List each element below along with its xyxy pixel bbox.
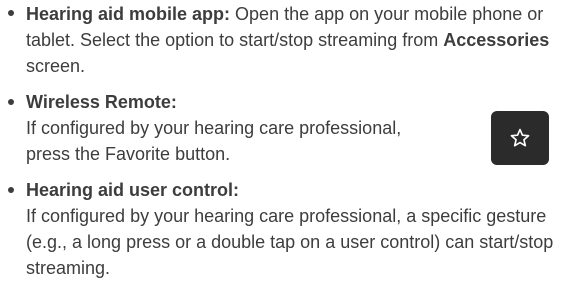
item-title: Hearing aid user control: — [26, 180, 240, 200]
bullet-icon — [8, 99, 14, 105]
item-text: press the Favorite button. — [26, 144, 231, 164]
favorite-button-illustration — [491, 111, 549, 165]
item-emphasis: Accessories — [443, 30, 550, 50]
list-item-wireless-remote: Wireless Remote: If configured by your h… — [0, 89, 573, 167]
list-item-mobile-app: Hearing aid mobile app: Open the app on … — [0, 0, 573, 79]
item-text: If configured by your hearing care profe… — [26, 118, 402, 138]
bullet-icon — [8, 187, 14, 193]
item-title: Hearing aid mobile app: — [26, 4, 231, 24]
list-item-user-control: Hearing aid user control: If configured … — [0, 177, 573, 281]
item-text: screen. — [26, 56, 86, 76]
item-text: If configured by your hearing care profe… — [26, 206, 554, 278]
bullet-icon — [8, 10, 14, 16]
instructions-document: Hearing aid mobile app: Open the app on … — [0, 0, 573, 303]
star-outline-icon — [509, 127, 531, 149]
streaming-options-list: Hearing aid mobile app: Open the app on … — [0, 0, 573, 281]
item-title: Wireless Remote: — [26, 92, 177, 112]
